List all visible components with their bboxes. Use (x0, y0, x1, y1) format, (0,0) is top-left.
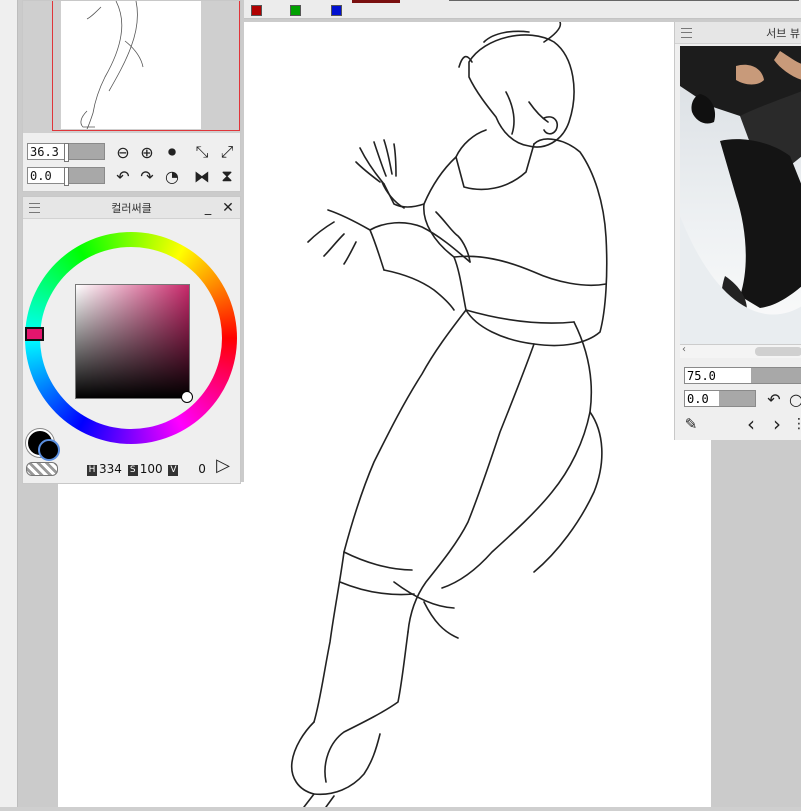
saturation-value-square[interactable] (75, 284, 190, 399)
hue-tag: H (87, 465, 97, 476)
skater-line-drawing (290, 21, 608, 808)
close-icon[interactable]: ✕ (218, 198, 238, 218)
reference-photo[interactable] (680, 46, 801, 344)
sub-view-rotation-value: 0.0 (687, 392, 709, 406)
hue-value: 334 (99, 462, 122, 476)
canvas-paper-right (674, 440, 711, 807)
zoom-value: 36.3 (30, 145, 59, 159)
flip-vertical-icon[interactable]: ⧗ (217, 166, 237, 186)
sub-view-rotate-reset-icon[interactable]: ○ (786, 389, 801, 409)
value-tag: V (168, 465, 179, 476)
navigator-view-frame[interactable] (52, 1, 240, 131)
sub-view-rotate-left-icon[interactable]: ↶ (764, 389, 784, 409)
color-wheel-panel: 컬러써클 _ ✕ H 334 S 100 V 0 ▷ (22, 196, 241, 484)
top-color-strip (244, 0, 801, 19)
rotation-slider-knob[interactable] (64, 167, 69, 186)
saturation-tag: S (127, 465, 138, 476)
panel-grip-icon[interactable] (681, 28, 692, 38)
navigator-rotate-row: 0.0 ↶ ↷ ◔ ⧓ ⧗ (27, 166, 237, 187)
navigator-zoom-row: 36.3 ⊖ ⊕ ⏺ ⤡ ⤢ (27, 142, 237, 163)
rotate-left-icon[interactable]: ↶ (113, 166, 133, 186)
rotation-slider[interactable]: 0.0 (27, 167, 105, 186)
rotate-right-icon[interactable]: ↷ (137, 166, 157, 186)
color-bar (352, 0, 400, 3)
zoom-reset-icon[interactable]: ⏺ (162, 142, 182, 162)
zoom-out-icon[interactable]: ⊖ (113, 142, 133, 162)
blue-swatch[interactable] (331, 5, 342, 16)
sub-view-zoom-slider[interactable]: 75.0 (684, 367, 801, 384)
hsv-readout: H 334 S 100 V 0 (85, 462, 206, 476)
sub-view-title: 서브 뷰 (766, 27, 800, 40)
color-panel-header: 컬러써클 _ ✕ (23, 197, 240, 219)
green-swatch[interactable] (290, 5, 301, 16)
image-menu-icon[interactable]: ⋮ (789, 414, 801, 434)
sub-view-zoom-row: 75.0 (684, 367, 801, 387)
transparent-color-swatch[interactable] (26, 462, 58, 476)
zoom-slider-knob[interactable] (64, 143, 69, 162)
actual-size-icon[interactable]: ⤢ (217, 142, 237, 162)
zoom-slider[interactable]: 36.3 (27, 143, 105, 162)
zoom-in-icon[interactable]: ⊕ (137, 142, 157, 162)
saturation-value: 100 (139, 462, 163, 476)
rotate-reset-icon[interactable]: ◔ (162, 166, 182, 186)
flip-horizontal-icon[interactable]: ⧓ (192, 166, 212, 186)
previous-image-icon[interactable]: ‹ (741, 412, 761, 436)
reference-photo-image (680, 46, 801, 344)
eyedropper-icon[interactable]: ✎ (681, 414, 701, 434)
sub-color-swatch[interactable] (38, 439, 60, 461)
hue-marker[interactable] (25, 327, 44, 341)
navigator-preview[interactable] (23, 0, 240, 133)
fit-window-icon[interactable]: ⤡ (192, 142, 212, 162)
horizontal-scrollbar[interactable]: ‹ (680, 344, 801, 358)
saturation-value-marker[interactable] (181, 391, 193, 403)
minimize-icon[interactable]: _ (198, 198, 218, 218)
strip-divider (449, 0, 799, 1)
scroll-left-icon[interactable]: ‹ (682, 344, 686, 355)
scrollbar-thumb[interactable] (755, 347, 801, 356)
next-image-icon[interactable]: › (767, 412, 787, 436)
left-toolbar-rail (0, 0, 18, 807)
sub-view-rotation-slider[interactable]: 0.0 (684, 390, 756, 407)
red-swatch[interactable] (251, 5, 262, 16)
navigator-panel: 36.3 ⊖ ⊕ ⏺ ⤡ ⤢ 0.0 ↶ ↷ ◔ ⧓ ⧗ (22, 0, 241, 192)
main-canvas[interactable] (244, 21, 674, 808)
sub-view-zoom-value: 75.0 (687, 369, 716, 383)
sub-view-header: 서브 뷰 (675, 22, 801, 44)
sub-view-panel: 서브 뷰 ‹ 75.0 0.0 ↶ ○ ✎ ‹ › ⋮ (674, 22, 801, 440)
value-value: 0 (198, 462, 206, 476)
color-menu-icon[interactable]: ▷ (213, 455, 233, 476)
rotation-value: 0.0 (30, 169, 52, 183)
sub-view-rotate-row: 0.0 ↶ ○ (684, 390, 801, 410)
